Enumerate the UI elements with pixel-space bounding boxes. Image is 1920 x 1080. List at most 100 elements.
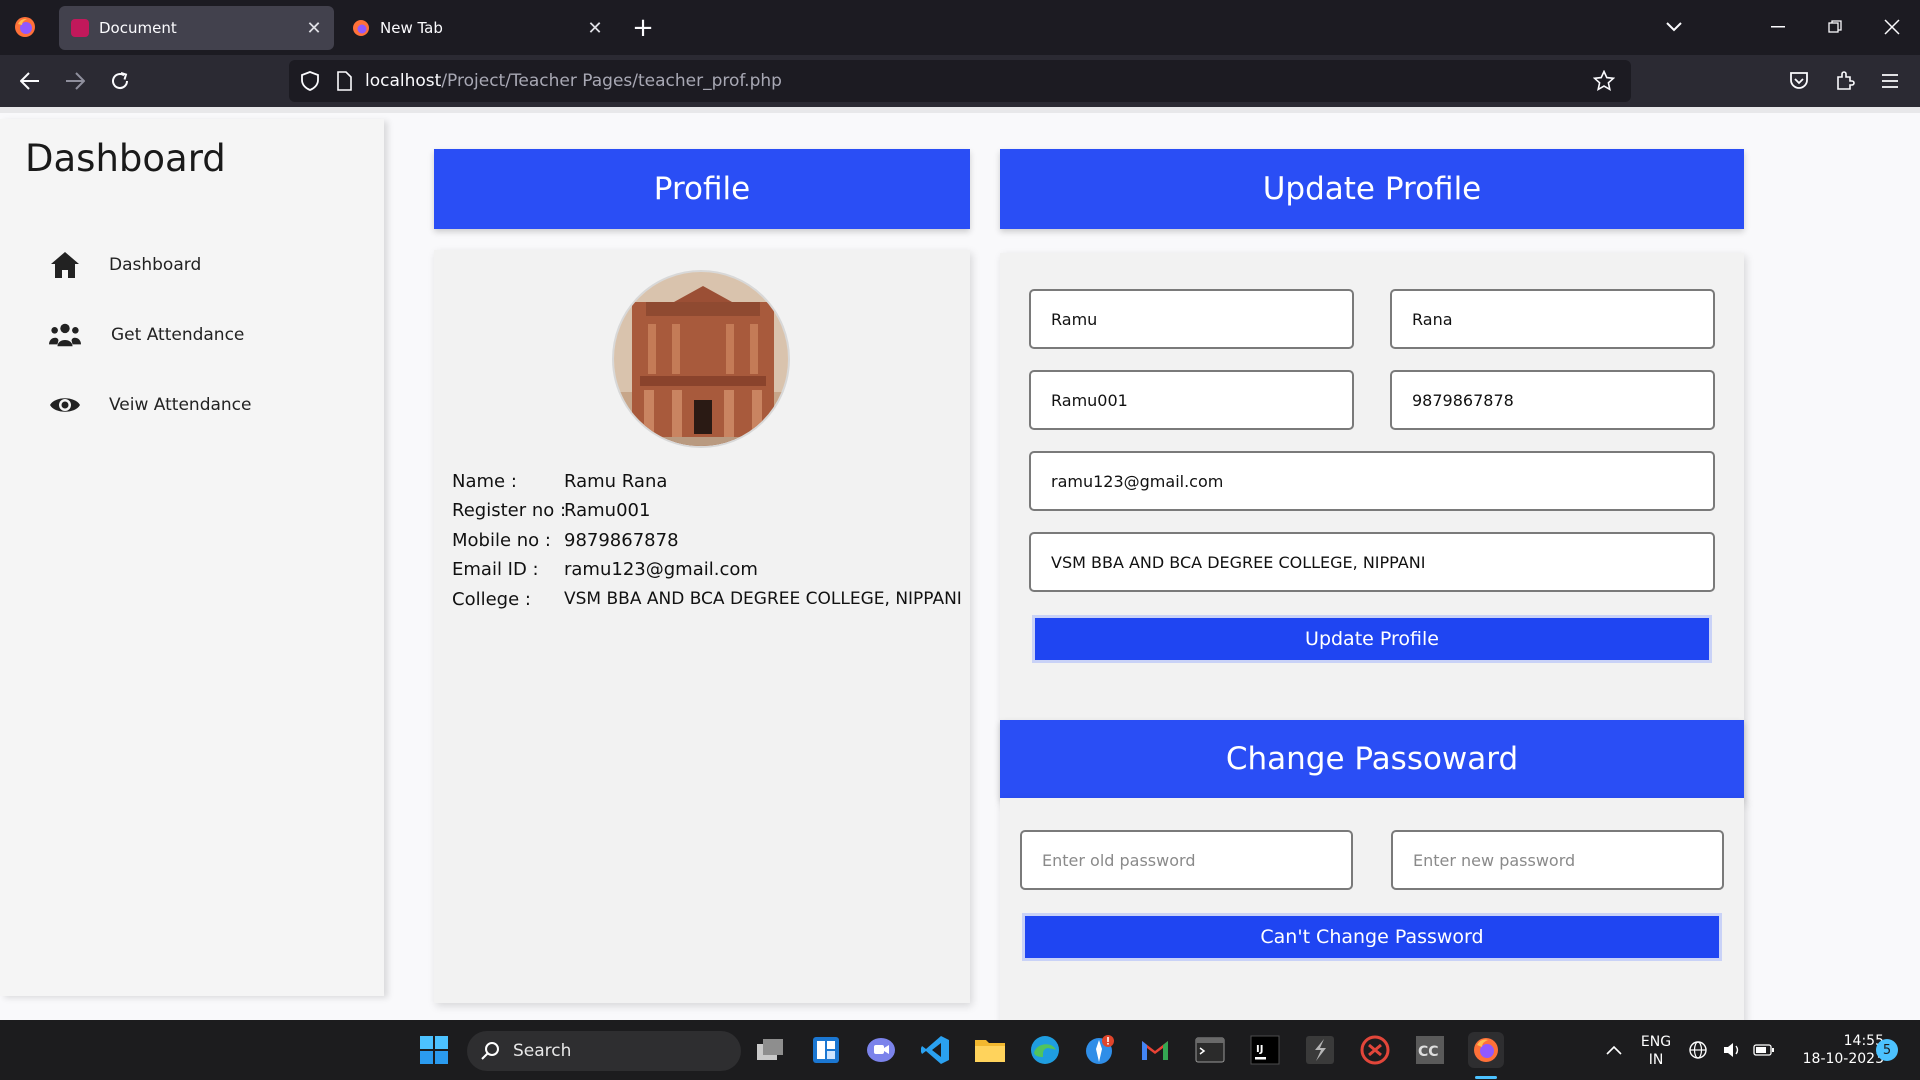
app-red-icon[interactable] — [1357, 1032, 1393, 1068]
browser-notification-icon[interactable] — [1082, 1032, 1118, 1068]
pocket-icon[interactable] — [1783, 65, 1815, 97]
intellij-icon[interactable]: IJ — [1247, 1032, 1283, 1068]
profile-row-register: Register no : Ramu001 — [452, 500, 650, 528]
profile-label: College : — [452, 589, 531, 610]
search-icon — [481, 1042, 499, 1060]
menu-hamburger-icon[interactable] — [1874, 65, 1906, 97]
svg-text:IJ: IJ — [1256, 1044, 1263, 1055]
profile-row-name: Name : Ramu Rana — [452, 471, 667, 499]
email-field[interactable] — [1029, 451, 1715, 511]
url-host: localhost — [365, 71, 442, 91]
close-tab-icon[interactable]: ✕ — [581, 14, 609, 42]
sidebar-item-label: Veiw Attendance — [109, 395, 252, 415]
page-info-icon[interactable] — [336, 71, 352, 91]
vscode-icon[interactable] — [917, 1032, 953, 1068]
volume-icon[interactable] — [1719, 1032, 1745, 1068]
profile-row-email: Email ID : ramu123@gmail.com — [452, 559, 758, 587]
profile-avatar — [612, 270, 790, 448]
profile-label: Mobile no : — [452, 530, 551, 551]
forward-arrow-icon[interactable] — [59, 65, 91, 97]
page-content: Dashboard Dashboard Get Attendance Veiw … — [0, 113, 1920, 1080]
new-tab-plus-icon[interactable]: + — [627, 12, 659, 44]
first-name-field[interactable] — [1029, 289, 1354, 349]
svg-text:CC: CC — [1418, 1044, 1439, 1060]
update-profile-header: Update Profile — [1000, 149, 1744, 229]
close-window-icon[interactable] — [1872, 12, 1912, 42]
search-label: Search — [513, 1041, 572, 1061]
eye-icon — [49, 389, 81, 421]
firefox-logo-icon[interactable] — [14, 16, 36, 38]
mobile-field[interactable] — [1390, 370, 1715, 430]
clock[interactable]: 14:55 18-10-2023 — [1788, 1032, 1884, 1068]
language-bottom: IN — [1648, 1052, 1664, 1068]
browser-tab-bar: Document ✕ New Tab ✕ + — [0, 0, 1920, 55]
sidebar-item-dashboard[interactable]: Dashboard — [49, 245, 201, 285]
sidebar-item-label: Dashboard — [109, 255, 202, 275]
profile-value: ramu123@gmail.com — [564, 559, 758, 580]
change-password-button[interactable]: Can't Change Password — [1022, 913, 1722, 961]
back-arrow-icon[interactable] — [14, 65, 46, 97]
firefox-taskbar-icon[interactable] — [1468, 1032, 1504, 1068]
last-name-field[interactable] — [1390, 289, 1715, 349]
restore-icon[interactable] — [1815, 12, 1855, 42]
profile-row-college: College : VSM BBA AND BCA DEGREE COLLEGE… — [452, 589, 962, 617]
register-no-field[interactable] — [1029, 370, 1354, 430]
tracking-shield-icon[interactable] — [301, 71, 319, 91]
reload-icon[interactable] — [104, 65, 136, 97]
sidebar-item-view-attendance[interactable]: Veiw Attendance — [49, 385, 251, 425]
bookmark-star-icon[interactable] — [1593, 70, 1615, 92]
old-password-field[interactable] — [1020, 830, 1353, 890]
tab-document[interactable]: Document ✕ — [59, 6, 334, 50]
college-field[interactable] — [1029, 532, 1715, 592]
browser-nav-bar: localhost/Project/Teacher Pages/teacher_… — [0, 55, 1920, 107]
minimize-icon[interactable] — [1758, 12, 1798, 42]
network-globe-icon[interactable] — [1685, 1032, 1711, 1068]
cc-app-icon[interactable]: CC — [1412, 1032, 1448, 1068]
profile-row-mobile: Mobile no : 9879867878 — [452, 530, 679, 558]
home-icon — [49, 249, 81, 281]
profile-value: Ramu Rana — [564, 471, 668, 492]
sidebar: Dashboard Dashboard Get Attendance Veiw … — [0, 119, 384, 996]
widgets-icon[interactable] — [808, 1032, 844, 1068]
profile-label: Register no : — [452, 500, 567, 521]
language-top: ENG — [1640, 1034, 1672, 1050]
show-hidden-icons-chevron-icon[interactable] — [1596, 1032, 1632, 1068]
language-indicator[interactable]: ENG IN — [1638, 1033, 1674, 1069]
code-editor-icon[interactable] — [1302, 1032, 1338, 1068]
gmail-icon[interactable] — [1137, 1032, 1173, 1068]
file-explorer-icon[interactable] — [972, 1032, 1008, 1068]
clock-time: 14:55 — [1843, 1033, 1884, 1049]
notification-badge[interactable]: 5 — [1876, 1039, 1898, 1061]
teams-chat-icon[interactable] — [863, 1032, 899, 1068]
tab-title: Document — [99, 19, 177, 37]
profile-value: Ramu001 — [564, 500, 651, 521]
battery-icon[interactable] — [1751, 1032, 1777, 1068]
users-icon — [49, 319, 81, 351]
close-tab-icon[interactable]: ✕ — [300, 14, 328, 42]
taskbar-search[interactable]: Search — [467, 1031, 741, 1071]
sidebar-item-label: Get Attendance — [111, 325, 245, 345]
update-profile-button[interactable]: Update Profile — [1032, 615, 1712, 663]
tab-new-tab[interactable]: New Tab ✕ — [340, 6, 615, 50]
url-bar[interactable]: localhost/Project/Teacher Pages/teacher_… — [289, 60, 1631, 102]
sidebar-item-get-attendance[interactable]: Get Attendance — [49, 315, 244, 355]
profile-header: Profile — [434, 149, 970, 229]
list-all-tabs-chevron-icon[interactable] — [1654, 12, 1694, 42]
change-password-header: Change Passoward — [1000, 720, 1744, 798]
windows-start-icon[interactable] — [416, 1032, 452, 1068]
profile-label: Email ID : — [452, 559, 539, 580]
windows-taskbar: Search IJ CC ENG IN 14:55 18-10-2023 5 — [0, 1020, 1920, 1080]
profile-photo-building-image — [614, 272, 788, 446]
extensions-icon[interactable] — [1829, 65, 1861, 97]
edge-icon[interactable] — [1027, 1032, 1063, 1068]
document-favicon-icon — [71, 19, 89, 37]
terminal-icon[interactable] — [1192, 1032, 1228, 1068]
firefox-favicon-icon — [353, 20, 369, 36]
active-app-indicator — [1475, 1076, 1497, 1079]
task-view-icon[interactable] — [752, 1032, 788, 1068]
url-text[interactable]: localhost/Project/Teacher Pages/teacher_… — [365, 71, 782, 91]
clock-date: 18-10-2023 — [1802, 1051, 1884, 1067]
tab-title: New Tab — [380, 19, 443, 37]
new-password-field[interactable] — [1391, 830, 1724, 890]
sidebar-title: Dashboard — [25, 137, 226, 180]
